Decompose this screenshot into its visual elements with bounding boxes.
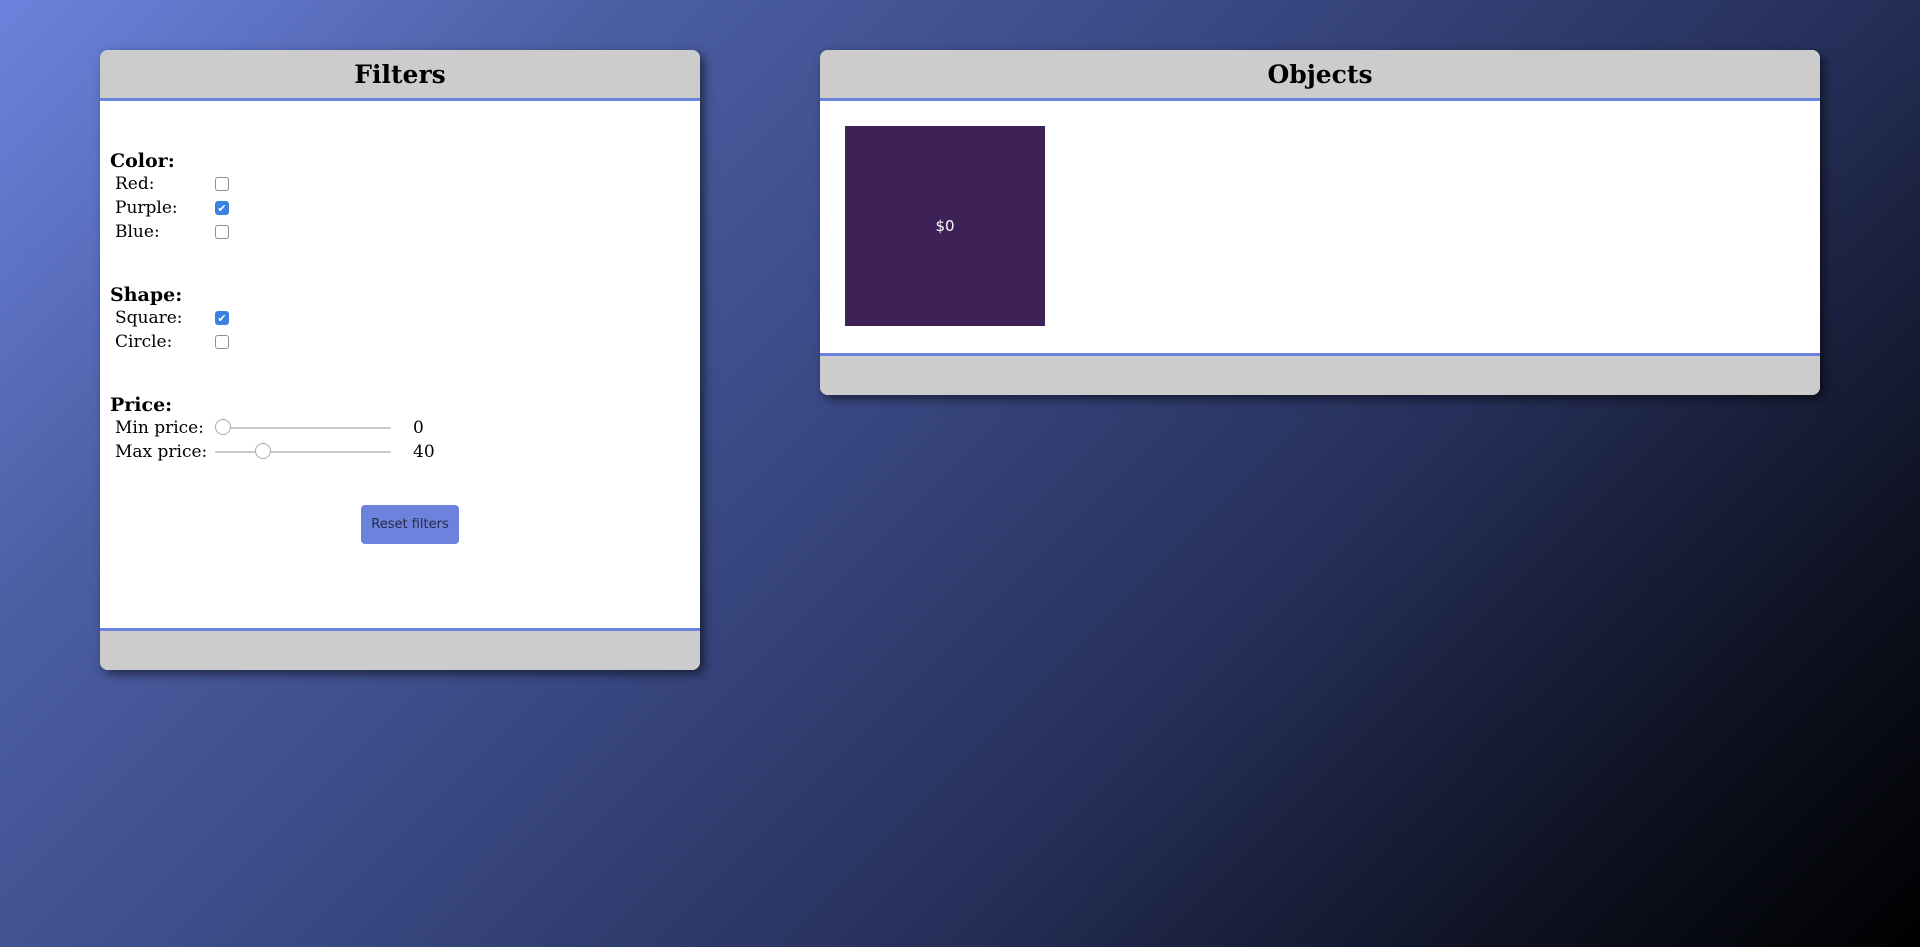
min-price-row: Min price: 0 <box>110 416 690 440</box>
blue-checkbox[interactable] <box>215 225 229 239</box>
shape-option-label: Circle: <box>115 332 173 352</box>
purple-checkbox[interactable]: ✔ <box>215 201 229 215</box>
filters-footer <box>100 628 700 670</box>
circle-checkbox[interactable] <box>215 335 229 349</box>
color-option-blue: Blue: <box>110 220 690 244</box>
shape-section-title: Shape: <box>110 284 183 306</box>
color-option-red: Red: <box>110 172 690 196</box>
filters-title: Filters <box>100 50 700 101</box>
min-price-value: 0 <box>413 418 424 438</box>
max-price-row: Max price: 40 <box>110 440 690 464</box>
max-price-slider[interactable] <box>215 440 391 464</box>
color-option-label: Blue: <box>115 222 160 242</box>
color-option-purple: Purple: ✔ <box>110 196 690 220</box>
red-checkbox[interactable] <box>215 177 229 191</box>
shape-option-label: Square: <box>115 308 183 328</box>
slider-thumb[interactable] <box>215 419 231 435</box>
max-price-value: 40 <box>413 442 435 462</box>
shape-option-square: Square: ✔ <box>110 306 690 330</box>
color-option-label: Purple: <box>115 198 178 218</box>
objects-footer <box>820 353 1820 395</box>
slider-track <box>215 451 391 453</box>
filters-panel: Filters Color: Red: Purple: ✔ Blue: Shap… <box>100 50 700 670</box>
price-section-title: Price: <box>110 394 173 416</box>
object-card[interactable]: $0 <box>845 126 1045 326</box>
objects-title: Objects <box>820 50 1820 101</box>
min-price-slider[interactable] <box>215 416 391 440</box>
object-price-label: $0 <box>935 217 955 235</box>
reset-filters-button[interactable]: Reset filters <box>361 505 459 544</box>
min-price-label: Min price: <box>115 418 204 438</box>
slider-thumb[interactable] <box>255 443 271 459</box>
color-section-title: Color: <box>110 150 175 172</box>
objects-panel: Objects $0 <box>820 50 1820 395</box>
max-price-label: Max price: <box>115 442 208 462</box>
square-checkbox[interactable]: ✔ <box>215 311 229 325</box>
slider-track <box>215 427 391 429</box>
shape-option-circle: Circle: <box>110 330 690 354</box>
filters-body: Color: Red: Purple: ✔ Blue: Shape: Squar… <box>100 101 700 544</box>
color-option-label: Red: <box>115 174 155 194</box>
